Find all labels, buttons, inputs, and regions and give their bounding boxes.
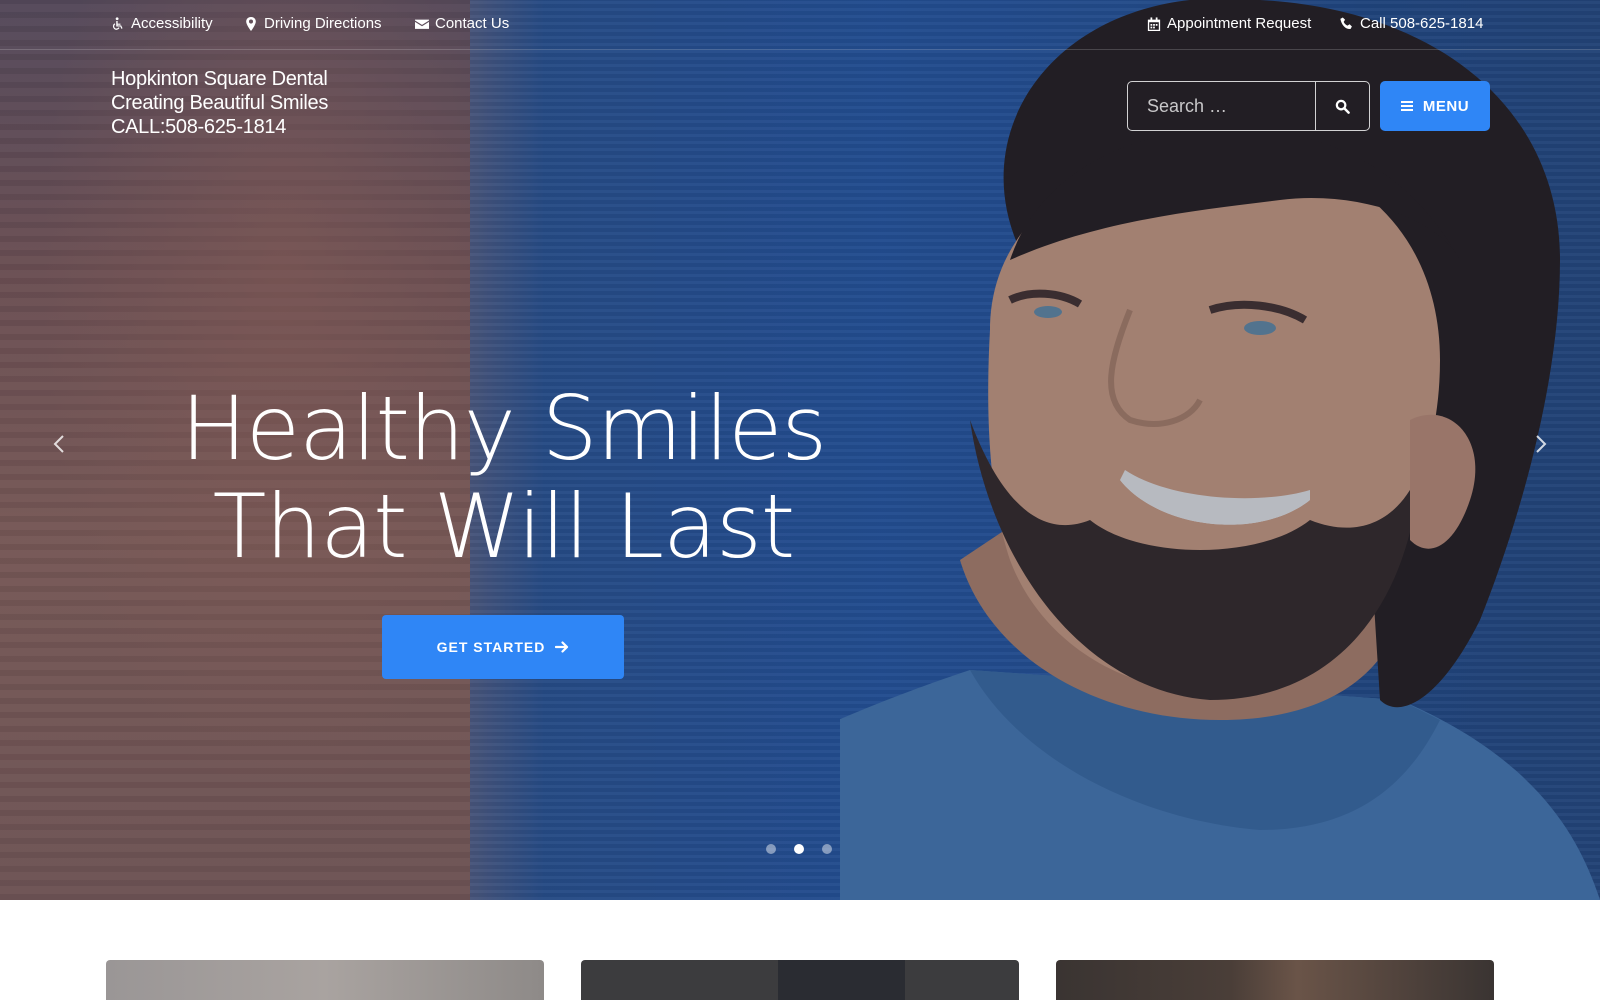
slider-dot-2[interactable]	[794, 844, 804, 854]
search-input[interactable]	[1128, 82, 1315, 130]
search-form	[1127, 81, 1370, 131]
call-label: Call 508-625-1814	[1360, 15, 1484, 32]
utility-bar: Accessibility Driving Directions Contact…	[0, 0, 1600, 50]
hamburger-icon	[1400, 101, 1413, 111]
wheelchair-icon	[112, 16, 123, 30]
hero-headline-line-2: That Will Last	[212, 475, 796, 578]
menu-button[interactable]: MENU	[1380, 81, 1490, 131]
appointment-request-label: Appointment Request	[1167, 15, 1312, 32]
slider-dots	[766, 844, 832, 854]
hero-slider: Accessibility Driving Directions Contact…	[0, 0, 1600, 900]
slider-dot-1[interactable]	[766, 844, 776, 854]
get-started-button[interactable]: GET STARTED	[382, 615, 624, 679]
envelope-icon	[415, 19, 429, 29]
search-button[interactable]	[1315, 82, 1369, 130]
hero-headline: Healthy Smiles That Will Last	[140, 380, 867, 576]
search-icon	[1335, 99, 1350, 114]
brand-name: Hopkinton Square Dental	[111, 68, 328, 90]
brand-tagline: Creating Beautiful Smiles	[111, 92, 329, 114]
accessibility-label: Accessibility	[131, 15, 213, 32]
feature-cards	[106, 960, 1496, 1000]
driving-directions-link[interactable]: Driving Directions	[244, 15, 382, 32]
hero-headline-line-1: Healthy Smiles	[180, 377, 827, 480]
map-marker-icon	[246, 16, 256, 31]
contact-us-link[interactable]: Contact Us	[415, 15, 509, 32]
appointment-request-link[interactable]: Appointment Request	[1147, 15, 1311, 32]
feature-card-1[interactable]	[106, 960, 544, 1000]
call-link[interactable]: Call 508-625-1814	[1340, 15, 1483, 32]
feature-card-3[interactable]	[1056, 960, 1494, 1000]
driving-directions-label: Driving Directions	[264, 15, 382, 32]
contact-us-label: Contact Us	[435, 15, 510, 32]
chevron-right-icon[interactable]	[1528, 432, 1552, 456]
arrow-right-icon	[555, 641, 569, 653]
brand-phone: CALL:508-625-1814	[111, 116, 287, 138]
chevron-left-icon[interactable]	[48, 432, 72, 456]
menu-label: MENU	[1422, 97, 1470, 115]
calendar-icon	[1147, 16, 1161, 31]
slider-dot-3[interactable]	[822, 844, 832, 854]
feature-card-2[interactable]	[581, 960, 1019, 1000]
accessibility-link[interactable]: Accessibility	[111, 15, 213, 32]
get-started-label: GET STARTED	[436, 639, 546, 655]
site-brand[interactable]: Hopkinton Square Dental Creating Beautif…	[111, 67, 328, 139]
phone-icon	[1340, 16, 1352, 29]
